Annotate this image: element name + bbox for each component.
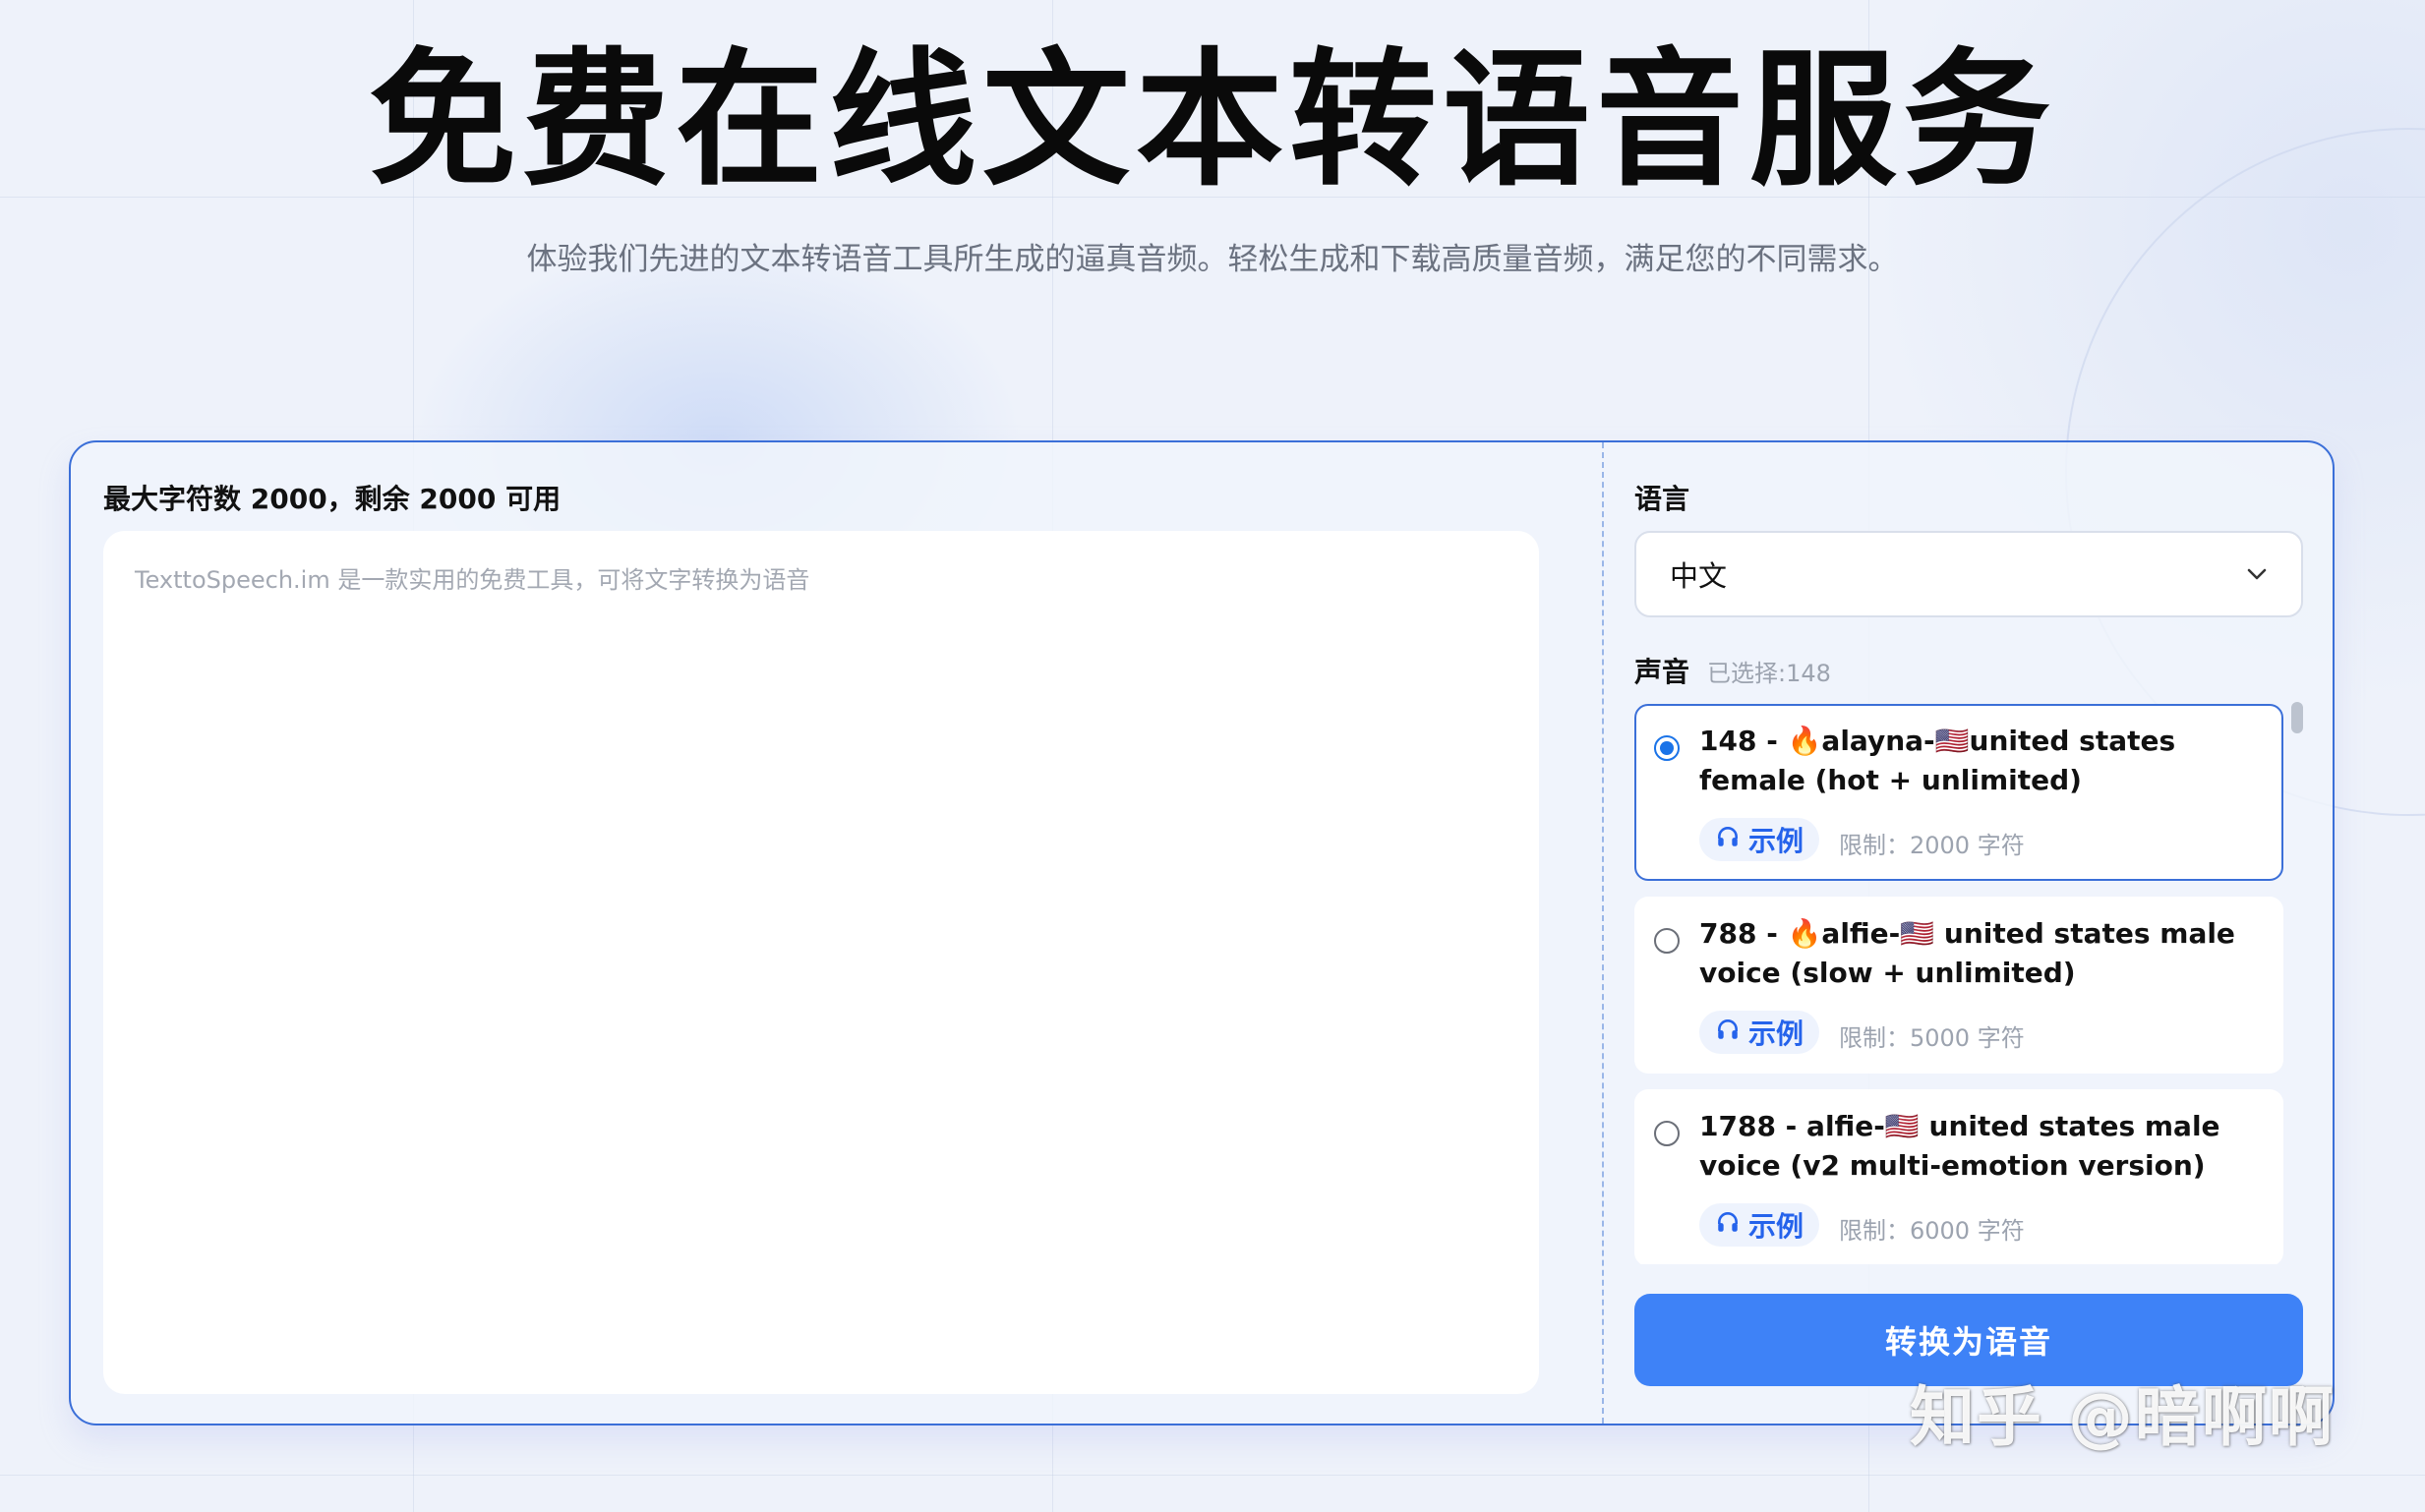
settings-panel: 语言 中文 声音 已选择:148 148 - 🔥alayna-🇺🇸united … <box>1634 442 2303 1427</box>
tts-card: 最大字符数 2000，剩余 2000 可用 TexttoSpeech.im 是一… <box>69 440 2335 1425</box>
sample-button[interactable]: 示例 <box>1699 1203 1820 1247</box>
sample-button[interactable]: 示例 <box>1699 818 1820 861</box>
headphones-icon <box>1715 1209 1741 1242</box>
voice-name: 788 - 🔥alfie-🇺🇸 united states male voice… <box>1699 917 2235 989</box>
voice-option[interactable]: 148 - 🔥alayna-🇺🇸united states female (ho… <box>1634 704 2283 881</box>
voice-option[interactable]: 788 - 🔥alfie-🇺🇸 united states male voice… <box>1634 897 2283 1074</box>
sample-label: 示例 <box>1748 825 1804 857</box>
char-count-label: 最大字符数 2000，剩余 2000 可用 <box>103 483 562 515</box>
voice-list-scrollbar[interactable] <box>2291 702 2303 733</box>
watermark: 知乎 @暗啊啊 <box>1910 1379 2336 1455</box>
voice-list[interactable]: 148 - 🔥alayna-🇺🇸united states female (ho… <box>1634 704 2303 1264</box>
sample-label: 示例 <box>1748 1018 1804 1050</box>
voice-radio[interactable] <box>1654 735 1680 761</box>
chevron-down-icon <box>2246 562 2268 587</box>
voice-selected-count: 已选择:148 <box>1707 660 1831 687</box>
page-subtitle: 体验我们先进的文本转语音工具所生成的逼真音频。轻松生成和下载高质量音频，满足您的… <box>526 242 1899 277</box>
voice-radio[interactable] <box>1654 1121 1680 1146</box>
text-input[interactable]: TexttoSpeech.im 是一款实用的免费工具，可将文字转换为语音 <box>103 531 1539 1394</box>
headphones-icon <box>1715 824 1741 856</box>
card-divider <box>1602 442 1604 1424</box>
language-selected-value: 中文 <box>1670 559 1728 593</box>
headphones-icon <box>1715 1017 1741 1049</box>
voice-label: 声音 <box>1634 656 1690 688</box>
sample-button[interactable]: 示例 <box>1699 1011 1820 1054</box>
voice-limit: 限制：5000 字符 <box>1839 1024 2025 1052</box>
language-label: 语言 <box>1634 483 1690 515</box>
voice-limit: 限制：2000 字符 <box>1839 832 2025 859</box>
sample-label: 示例 <box>1748 1210 1804 1243</box>
language-select[interactable]: 中文 <box>1634 531 2303 617</box>
voice-name: 1788 - alfie-🇺🇸 united states male voice… <box>1699 1110 2220 1182</box>
voice-name: 148 - 🔥alayna-🇺🇸united states female (ho… <box>1699 725 2176 796</box>
voice-option[interactable]: 1788 - alfie-🇺🇸 united states male voice… <box>1634 1089 2283 1264</box>
voice-header: 声音 已选择:148 <box>1634 651 1831 690</box>
voice-limit: 限制：6000 字符 <box>1839 1217 2025 1245</box>
voice-radio[interactable] <box>1654 928 1680 954</box>
text-input-placeholder: TexttoSpeech.im 是一款实用的免费工具，可将文字转换为语音 <box>135 566 810 594</box>
page-title: 免费在线文本转语音服务 <box>368 35 2056 206</box>
